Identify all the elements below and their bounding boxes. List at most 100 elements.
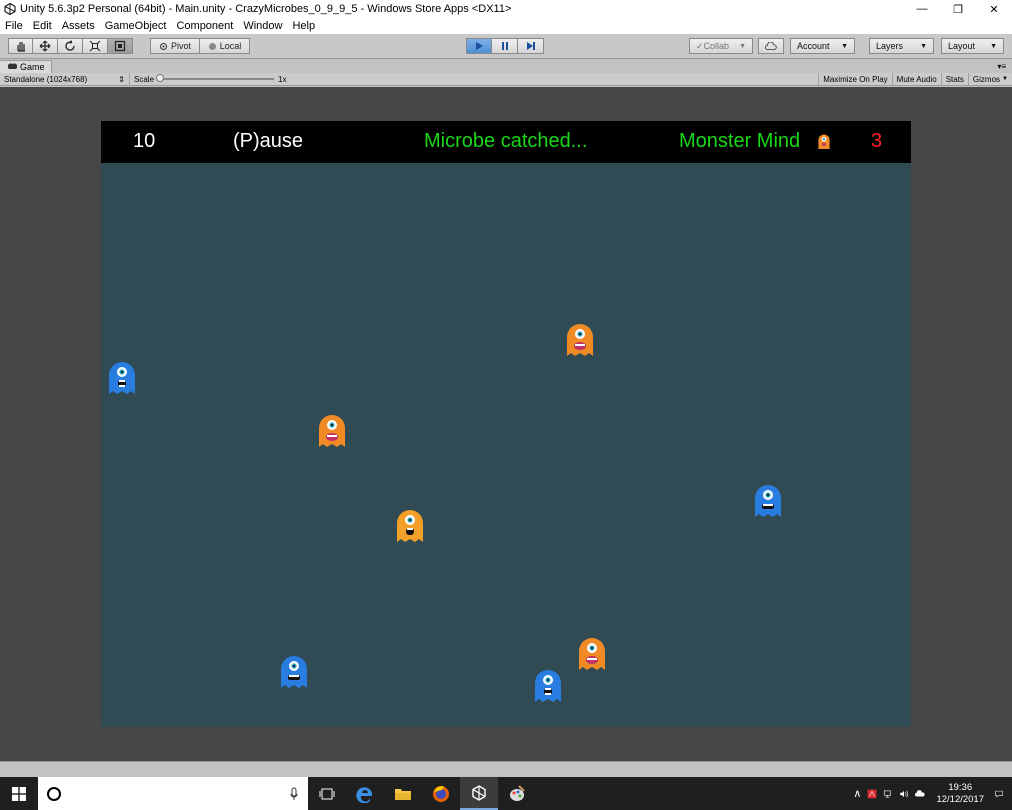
hand-icon	[16, 42, 25, 52]
menu-bar: File Edit Assets GameObject Component Wi…	[0, 18, 1012, 34]
move-arrows-icon	[39, 40, 51, 52]
blue-microbe[interactable]	[753, 484, 783, 518]
collab-dropdown[interactable]: ✓ Collab ▼	[689, 38, 753, 54]
game-playfield[interactable]	[101, 163, 911, 727]
pivot-toggles: Pivot Local	[150, 38, 250, 54]
chevron-down-icon: ▼	[1002, 76, 1008, 82]
move-tool-button[interactable]	[33, 38, 58, 54]
orange-microbe[interactable]	[577, 637, 607, 671]
play-button[interactable]	[466, 38, 492, 54]
minimize-button[interactable]: —	[904, 0, 940, 18]
unity-logo-icon	[472, 784, 486, 801]
rect-tool-button[interactable]	[108, 38, 133, 54]
pivot-label: Pivot	[170, 41, 191, 51]
tab-game-label: Game	[20, 62, 45, 72]
collab-check-icon: ✓	[696, 40, 704, 51]
step-icon	[526, 42, 535, 50]
taskbar-clock[interactable]: 19:36 12/12/2017	[928, 782, 992, 806]
windows-logo-icon	[12, 786, 26, 801]
account-label: Account	[797, 41, 830, 51]
scale-tool-button[interactable]	[83, 38, 108, 54]
restore-button[interactable]: ❐	[940, 0, 976, 18]
local-icon	[208, 42, 216, 50]
chevron-down-icon: ▼	[920, 42, 927, 50]
account-dropdown[interactable]: Account ▼	[790, 38, 855, 54]
volume-icon[interactable]	[896, 788, 912, 800]
mute-audio-toggle[interactable]: Mute Audio	[891, 72, 941, 86]
menu-window[interactable]: Window	[238, 20, 287, 32]
layers-dropdown[interactable]: Layers ▼	[869, 38, 934, 54]
orange-microbe[interactable]	[317, 414, 347, 448]
panel-menu-icon[interactable]: ▾≡	[997, 62, 1006, 71]
task-view-button[interactable]	[308, 777, 346, 810]
taskbar-file-explorer[interactable]	[384, 777, 422, 810]
pause-icon	[501, 42, 508, 50]
notifications-icon[interactable]	[992, 788, 1006, 800]
taskbar-unity[interactable]	[460, 777, 498, 810]
display-label: Standalone (1024x768)	[4, 74, 88, 84]
blue-microbe[interactable]	[279, 655, 309, 689]
stats-toggle[interactable]: Stats	[940, 72, 968, 86]
game-tab-strip: Game ▾≡	[0, 60, 1012, 73]
start-button[interactable]	[0, 777, 38, 810]
gizmos-dropdown[interactable]: Gizmos ▼	[967, 72, 1012, 86]
rotate-icon	[65, 40, 75, 51]
chevron-down-icon: ▼	[990, 42, 997, 50]
chevron-up-icon[interactable]: ∧	[850, 787, 864, 800]
step-button[interactable]	[518, 38, 544, 54]
system-tray: ∧ 19:36 12/12/2017	[850, 777, 1012, 810]
menu-gameobject[interactable]: GameObject	[100, 20, 172, 32]
pivot-icon	[159, 42, 167, 50]
microphone-icon[interactable]	[290, 787, 298, 801]
local-button[interactable]: Local	[200, 38, 250, 54]
orange-microbe[interactable]	[395, 509, 425, 543]
maximize-on-play-toggle[interactable]: Maximize On Play	[818, 72, 891, 86]
rotate-tool-button[interactable]	[58, 38, 83, 54]
game-view-toolbar: Standalone (1024x768) ⇕ Scale 1x Maximiz…	[0, 72, 1012, 86]
layout-dropdown[interactable]: Layout ▼	[941, 38, 1004, 54]
menu-file[interactable]: File	[0, 20, 28, 32]
window-title: Unity 5.6.3p2 Personal (64bit) - Main.un…	[20, 3, 512, 15]
blue-microbe[interactable]	[107, 361, 137, 395]
scale-slider-knob[interactable]	[156, 74, 165, 82]
cortana-search-box[interactable]	[38, 777, 308, 810]
collab-label: Collab	[703, 41, 730, 51]
gizmos-label: Gizmos	[972, 74, 1001, 84]
tab-game[interactable]: Game	[0, 60, 52, 73]
hand-tool-button[interactable]	[8, 38, 33, 54]
cloud-button[interactable]	[758, 38, 784, 54]
close-button[interactable]: ✕	[976, 0, 1012, 18]
chevron-down-icon: ▼	[739, 42, 746, 50]
display-dropdown[interactable]: Standalone (1024x768) ⇕	[0, 72, 130, 86]
main-toolbar: Pivot Local ✓ Collab ▼ Account ▼ Layers …	[0, 34, 1012, 59]
pivot-button[interactable]: Pivot	[150, 38, 200, 54]
status-message: Microbe catched...	[424, 130, 588, 152]
orange-microbe[interactable]	[565, 323, 595, 357]
pause-hint: (P)ause	[233, 130, 304, 152]
taskbar-paint-app[interactable]	[498, 777, 536, 810]
taskbar-edge[interactable]	[346, 777, 384, 810]
blue-microbe[interactable]	[533, 669, 563, 703]
network-icon[interactable]	[880, 788, 896, 800]
clock-time: 19:36	[948, 781, 973, 793]
lives-value: 3	[871, 130, 883, 152]
monster-mind-icon	[818, 134, 830, 149]
menu-component[interactable]: Component	[171, 20, 238, 32]
taskbar-firefox[interactable]	[422, 777, 460, 810]
right-toolbar: ✓ Collab ▼ Account ▼ Layers ▼ Layout ▼	[689, 38, 1004, 54]
menu-edit[interactable]: Edit	[28, 20, 57, 32]
acrobat-icon[interactable]	[864, 787, 880, 801]
menu-assets[interactable]: Assets	[57, 20, 100, 32]
scale-value: 1x	[278, 74, 287, 84]
menu-help[interactable]: Help	[287, 20, 320, 32]
layout-label: Layout	[948, 41, 976, 51]
folder-icon	[395, 788, 411, 800]
chevron-down-icon: ▼	[841, 42, 848, 50]
scale-slider[interactable]	[156, 74, 275, 82]
unity-editor-window: Unity 5.6.3p2 Personal (64bit) - Main.un…	[0, 0, 1012, 810]
pause-button[interactable]	[492, 38, 518, 54]
editor-status-bar	[0, 761, 1012, 777]
cloud-icon	[765, 41, 777, 50]
game-hud: 10 (P)ause Microbe catched... Monster Mi…	[101, 121, 911, 163]
onedrive-cloud-icon[interactable]	[912, 789, 928, 799]
